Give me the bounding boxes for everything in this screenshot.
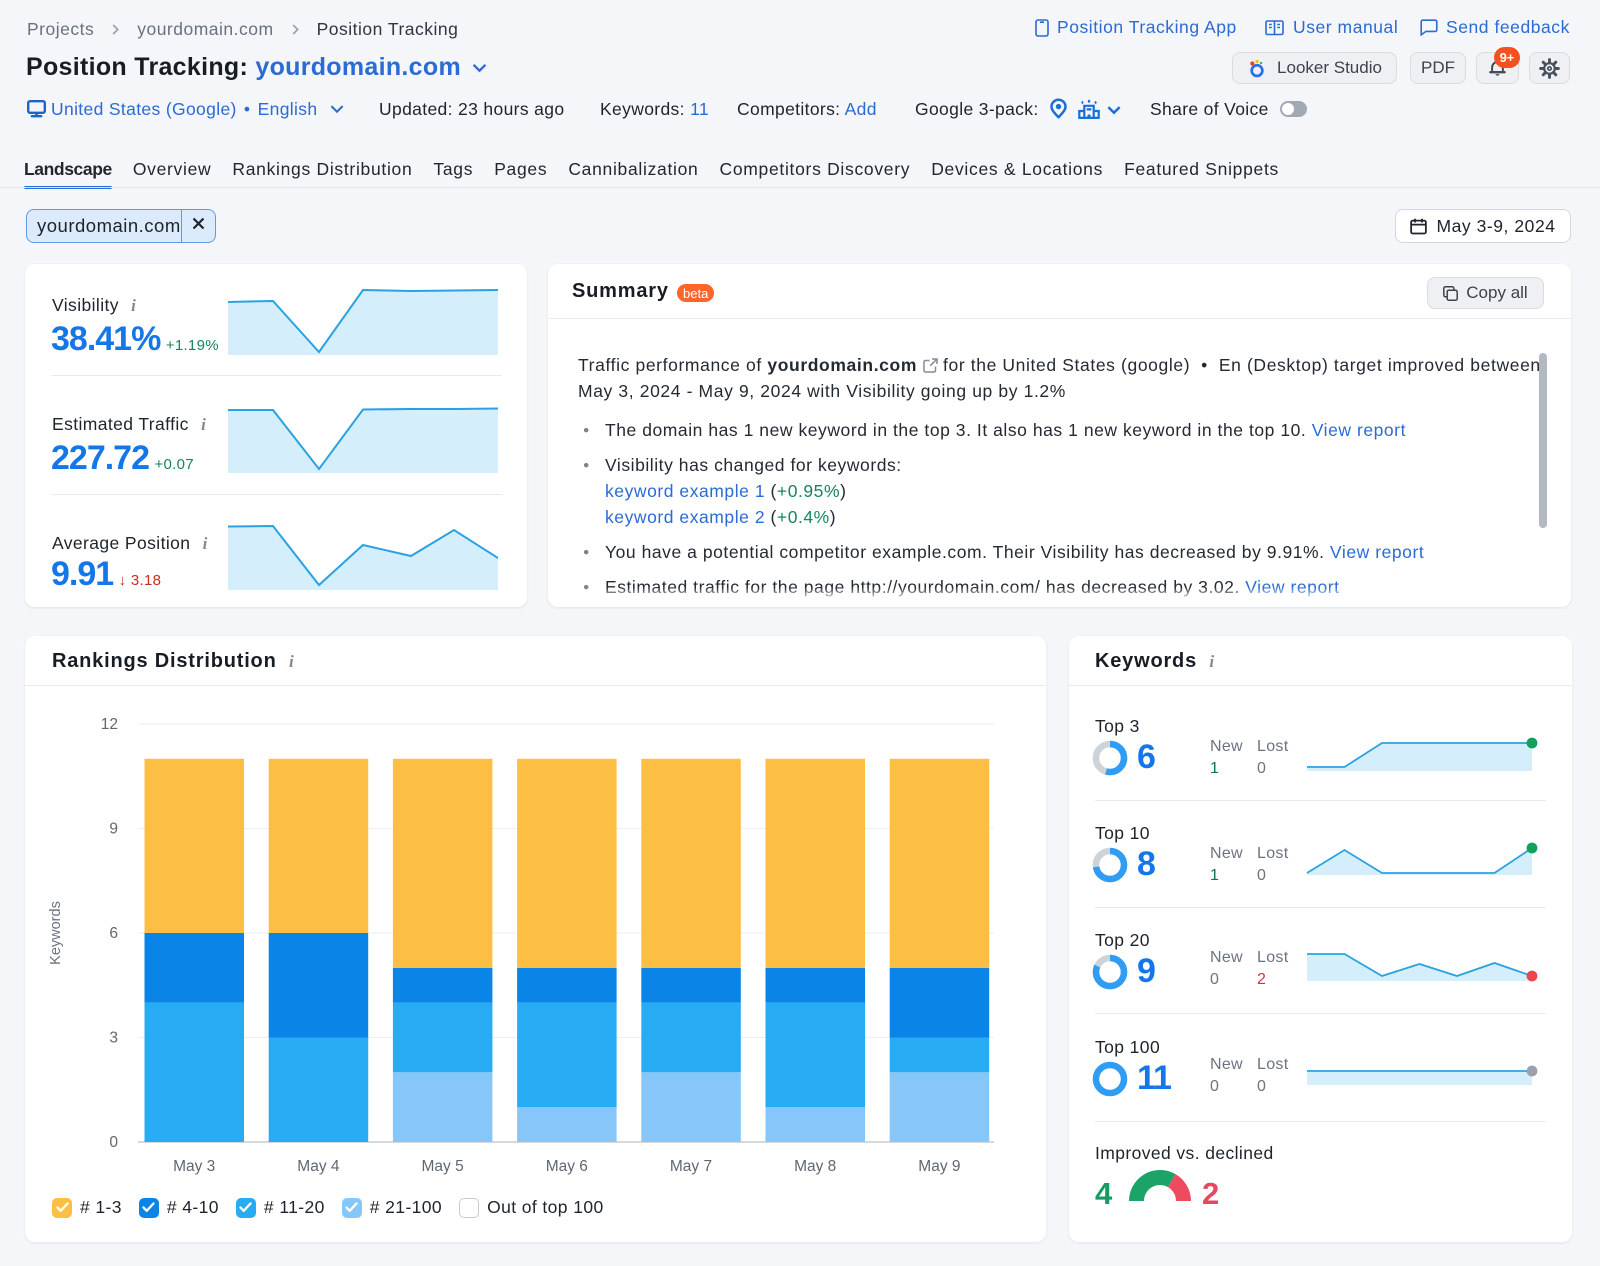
svg-text:May 8: May 8 (794, 1158, 836, 1175)
svg-text:9: 9 (109, 821, 118, 838)
svg-text:6: 6 (109, 925, 118, 942)
svg-text:May 9: May 9 (918, 1158, 960, 1175)
svg-text:May 4: May 4 (297, 1158, 340, 1175)
svg-text:May 5: May 5 (421, 1158, 463, 1175)
svg-text:May 6: May 6 (546, 1158, 588, 1175)
svg-text:Keywords: Keywords (48, 901, 64, 965)
svg-text:May 7: May 7 (670, 1158, 712, 1175)
svg-text:May 3: May 3 (173, 1158, 215, 1175)
svg-text:0: 0 (109, 1134, 118, 1151)
svg-text:12: 12 (101, 716, 118, 733)
svg-text:3: 3 (109, 1030, 118, 1047)
